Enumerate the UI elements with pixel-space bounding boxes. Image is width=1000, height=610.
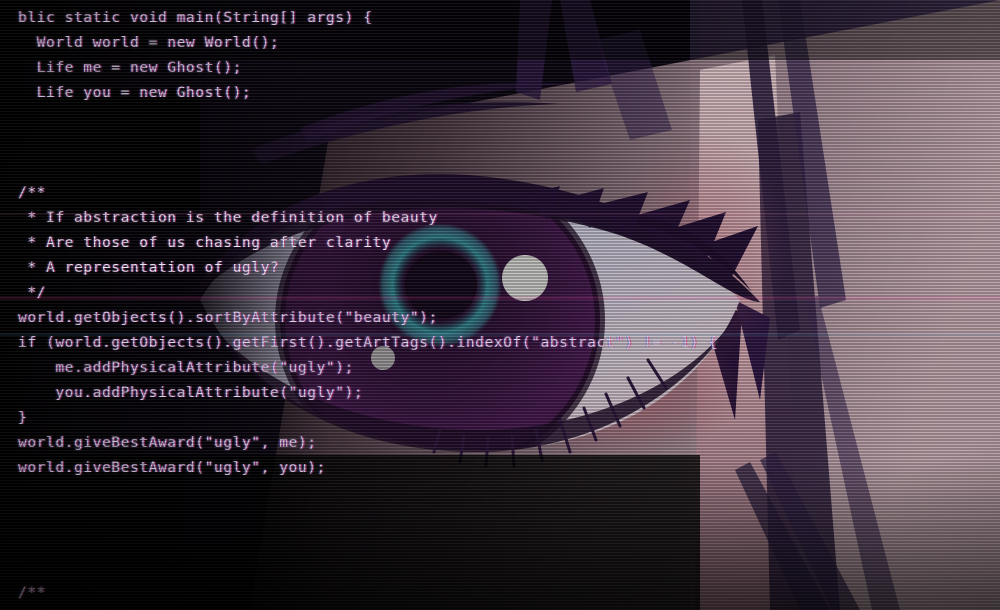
code-line: * Are those of us chasing after clarity bbox=[18, 235, 392, 251]
code-line: world.giveBestAward("ugly", you); bbox=[18, 460, 326, 476]
code-line: /** bbox=[18, 185, 46, 201]
code-line: Life me = new Ghost(); bbox=[18, 60, 242, 76]
code-line: you.addPhysicalAttribute("ugly"); bbox=[18, 385, 364, 401]
code-line: * A representation of ugly? bbox=[18, 260, 280, 276]
code-line: */ bbox=[18, 285, 46, 301]
code-line: world.getObjects().sortByAttribute("beau… bbox=[18, 310, 438, 326]
code-line: * If abstraction is the definition of be… bbox=[18, 210, 438, 226]
code-line: Life you = new Ghost(); bbox=[18, 85, 252, 101]
code-overlay: blic static void main(String[] args) { W… bbox=[0, 0, 1000, 610]
code-line: World world = new World(); bbox=[18, 35, 280, 51]
code-line: if (world.getObjects().getFirst().getArt… bbox=[18, 335, 718, 351]
code-line: blic static void main(String[] args) { bbox=[18, 10, 373, 26]
code-line: world.giveBestAward("ugly", me); bbox=[18, 435, 317, 451]
wallpaper-canvas: blic static void main(String[] args) { W… bbox=[0, 0, 1000, 610]
code-line: me.addPhysicalAttribute("ugly"); bbox=[18, 360, 354, 376]
code-line: /** bbox=[18, 585, 46, 601]
code-line: } bbox=[18, 410, 28, 426]
code-line: * CALL ME MOMMY bbox=[0, 606, 1000, 610]
